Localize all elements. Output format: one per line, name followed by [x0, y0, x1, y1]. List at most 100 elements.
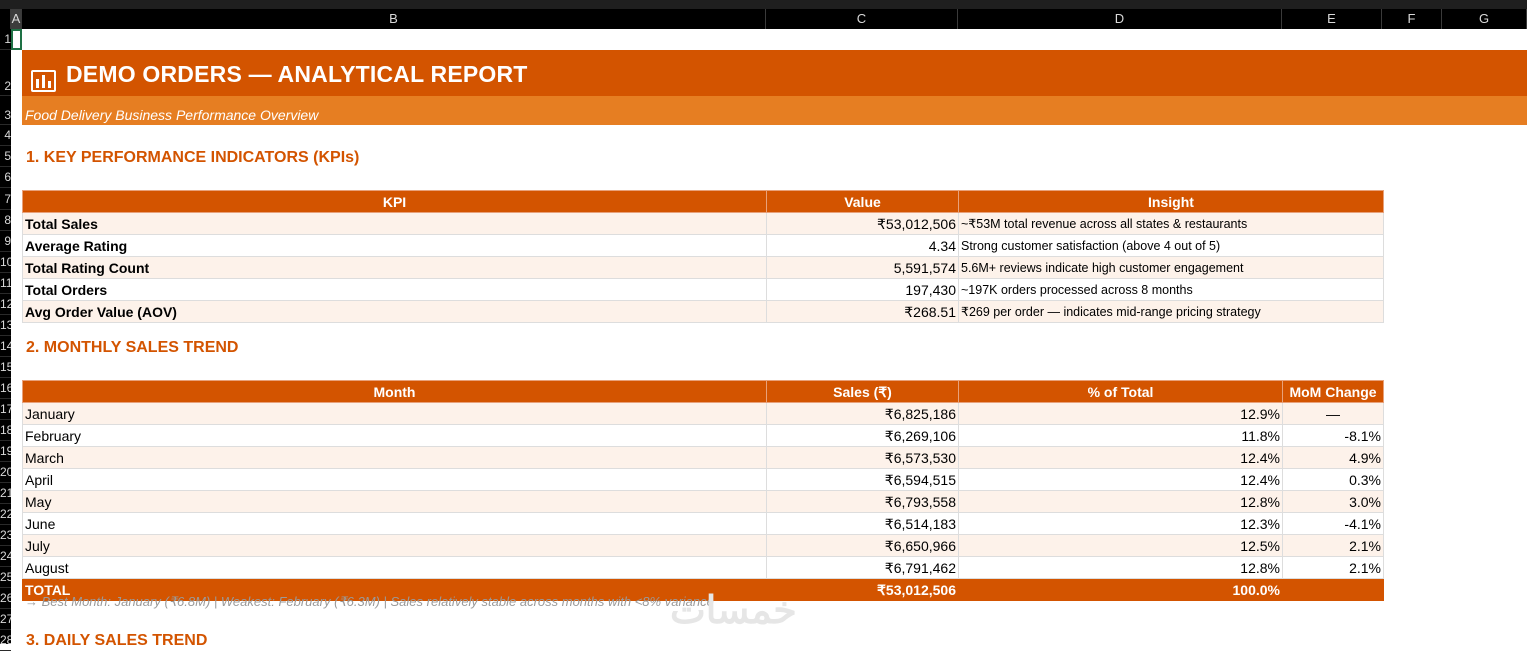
kpi-value-cell[interactable]: 5,591,574 — [766, 256, 959, 279]
mom-cell[interactable]: 0.3% — [1282, 468, 1384, 491]
mom-cell[interactable]: 2.1% — [1282, 534, 1384, 557]
row-header[interactable]: 26 — [0, 588, 11, 609]
row-header[interactable]: 17 — [0, 399, 11, 420]
kpi-header-value[interactable]: Value — [766, 190, 959, 213]
row-header[interactable]: 25 — [0, 567, 11, 588]
kpi-value-cell[interactable]: 197,430 — [766, 278, 959, 301]
row-header[interactable]: 18 — [0, 420, 11, 441]
row-header[interactable]: 23 — [0, 525, 11, 546]
active-cell-a1[interactable] — [11, 29, 22, 50]
column-header-e[interactable]: E — [1282, 9, 1382, 29]
row-header[interactable]: 1 — [0, 29, 11, 50]
pct-cell[interactable]: 12.8% — [958, 490, 1283, 513]
kpi-insight-cell[interactable]: Strong customer satisfaction (above 4 ou… — [958, 234, 1384, 257]
month-cell[interactable]: April — [22, 468, 767, 491]
pct-cell[interactable]: 11.8% — [958, 424, 1283, 447]
row-header[interactable]: 10 — [0, 252, 11, 273]
daily-section-heading: 3. DAILY SALES TREND — [26, 632, 208, 649]
row-header[interactable]: 8 — [0, 210, 11, 231]
kpi-header-kpi[interactable]: KPI — [22, 190, 767, 213]
row-header[interactable]: 2 — [0, 50, 11, 96]
pct-cell[interactable]: 12.5% — [958, 534, 1283, 557]
row-header[interactable]: 27 — [0, 609, 11, 630]
kpi-insight-cell[interactable]: ₹269 per order — indicates mid-range pri… — [958, 300, 1384, 323]
kpi-name-cell[interactable]: Total Orders — [22, 278, 767, 301]
table-row: January ₹6,825,186 12.9% — — [22, 402, 1384, 425]
kpi-insight-cell[interactable]: 5.6M+ reviews indicate high customer eng… — [958, 256, 1384, 279]
row-header[interactable]: 21 — [0, 483, 11, 504]
sales-cell[interactable]: ₹6,514,183 — [766, 512, 959, 535]
kpi-header-insight[interactable]: Insight — [958, 190, 1384, 213]
row-header[interactable]: 13 — [0, 315, 11, 336]
table-row: May ₹6,793,558 12.8% 3.0% — [22, 490, 1384, 513]
table-row: July ₹6,650,966 12.5% 2.1% — [22, 534, 1384, 557]
kpi-insight-cell[interactable]: ~₹53M total revenue across all states & … — [958, 212, 1384, 235]
select-all-corner[interactable] — [0, 9, 11, 29]
kpi-value-cell[interactable]: 4.34 — [766, 234, 959, 257]
mom-cell[interactable]: -8.1% — [1282, 424, 1384, 447]
monthly-note: → Best Month: January (₹6.8M) | Weakest:… — [25, 594, 714, 609]
kpi-name-cell[interactable]: Average Rating — [22, 234, 767, 257]
sales-cell[interactable]: ₹6,269,106 — [766, 424, 959, 447]
row-header[interactable]: 9 — [0, 231, 11, 252]
row-header[interactable]: 16 — [0, 378, 11, 399]
kpi-value-cell[interactable]: ₹268.51 — [766, 300, 959, 323]
kpi-value-cell[interactable]: ₹53,012,506 — [766, 212, 959, 235]
column-header-c[interactable]: C — [766, 9, 958, 29]
monthly-section-heading: 2. MONTHLY SALES TREND — [26, 339, 239, 356]
column-header-a[interactable]: A — [11, 9, 22, 29]
month-cell[interactable]: March — [22, 446, 767, 469]
pct-cell[interactable]: 12.4% — [958, 468, 1283, 491]
monthly-header-month[interactable]: Month — [22, 380, 767, 403]
row-header[interactable]: 24 — [0, 546, 11, 567]
pct-cell[interactable]: 12.8% — [958, 556, 1283, 579]
mom-cell[interactable]: 3.0% — [1282, 490, 1384, 513]
pct-cell[interactable]: 12.3% — [958, 512, 1283, 535]
sales-cell[interactable]: ₹6,825,186 — [766, 402, 959, 425]
total-mom-cell[interactable] — [1282, 578, 1384, 601]
total-pct-cell[interactable]: 100.0% — [958, 578, 1283, 601]
mom-cell[interactable]: 4.9% — [1282, 446, 1384, 469]
mom-cell[interactable]: 2.1% — [1282, 556, 1384, 579]
row-header[interactable]: 19 — [0, 441, 11, 462]
row-header[interactable]: 7 — [0, 189, 11, 210]
month-cell[interactable]: July — [22, 534, 767, 557]
kpi-name-cell[interactable]: Avg Order Value (AOV) — [22, 300, 767, 323]
kpi-name-cell[interactable]: Total Sales — [22, 212, 767, 235]
row-header[interactable]: 5 — [0, 146, 11, 167]
kpi-insight-cell[interactable]: ~197K orders processed across 8 months — [958, 278, 1384, 301]
sales-cell[interactable]: ₹6,793,558 — [766, 490, 959, 513]
row-header[interactable]: 6 — [0, 167, 11, 188]
row-header[interactable]: 22 — [0, 504, 11, 525]
column-header-d[interactable]: D — [958, 9, 1282, 29]
pct-cell[interactable]: 12.4% — [958, 446, 1283, 469]
row-header[interactable]: 28 — [0, 630, 11, 651]
monthly-header-pct[interactable]: % of Total — [958, 380, 1283, 403]
column-header-b[interactable]: B — [22, 9, 766, 29]
month-cell[interactable]: May — [22, 490, 767, 513]
sales-cell[interactable]: ₹6,791,462 — [766, 556, 959, 579]
mom-cell[interactable]: — — [1282, 402, 1384, 425]
mom-cell[interactable]: -4.1% — [1282, 512, 1384, 535]
row-header[interactable]: 14 — [0, 336, 11, 357]
row-header[interactable]: 20 — [0, 462, 11, 483]
month-cell[interactable]: February — [22, 424, 767, 447]
sales-cell[interactable]: ₹6,650,966 — [766, 534, 959, 557]
month-cell[interactable]: June — [22, 512, 767, 535]
month-cell[interactable]: August — [22, 556, 767, 579]
monthly-header-sales[interactable]: Sales (₹) — [766, 380, 959, 403]
row-header[interactable]: 15 — [0, 357, 11, 378]
row-header[interactable]: 11 — [0, 273, 11, 294]
sales-cell[interactable]: ₹6,573,530 — [766, 446, 959, 469]
table-row: Total Rating Count 5,591,574 5.6M+ revie… — [22, 256, 1384, 279]
column-header-f[interactable]: F — [1382, 9, 1442, 29]
month-cell[interactable]: January — [22, 402, 767, 425]
monthly-header-mom[interactable]: MoM Change — [1282, 380, 1384, 403]
column-header-g[interactable]: G — [1442, 9, 1527, 29]
sales-cell[interactable]: ₹6,594,515 — [766, 468, 959, 491]
kpi-name-cell[interactable]: Total Rating Count — [22, 256, 767, 279]
row-header[interactable]: 3 — [0, 96, 11, 125]
row-header[interactable]: 4 — [0, 125, 11, 146]
pct-cell[interactable]: 12.9% — [958, 402, 1283, 425]
row-header[interactable]: 12 — [0, 294, 11, 315]
